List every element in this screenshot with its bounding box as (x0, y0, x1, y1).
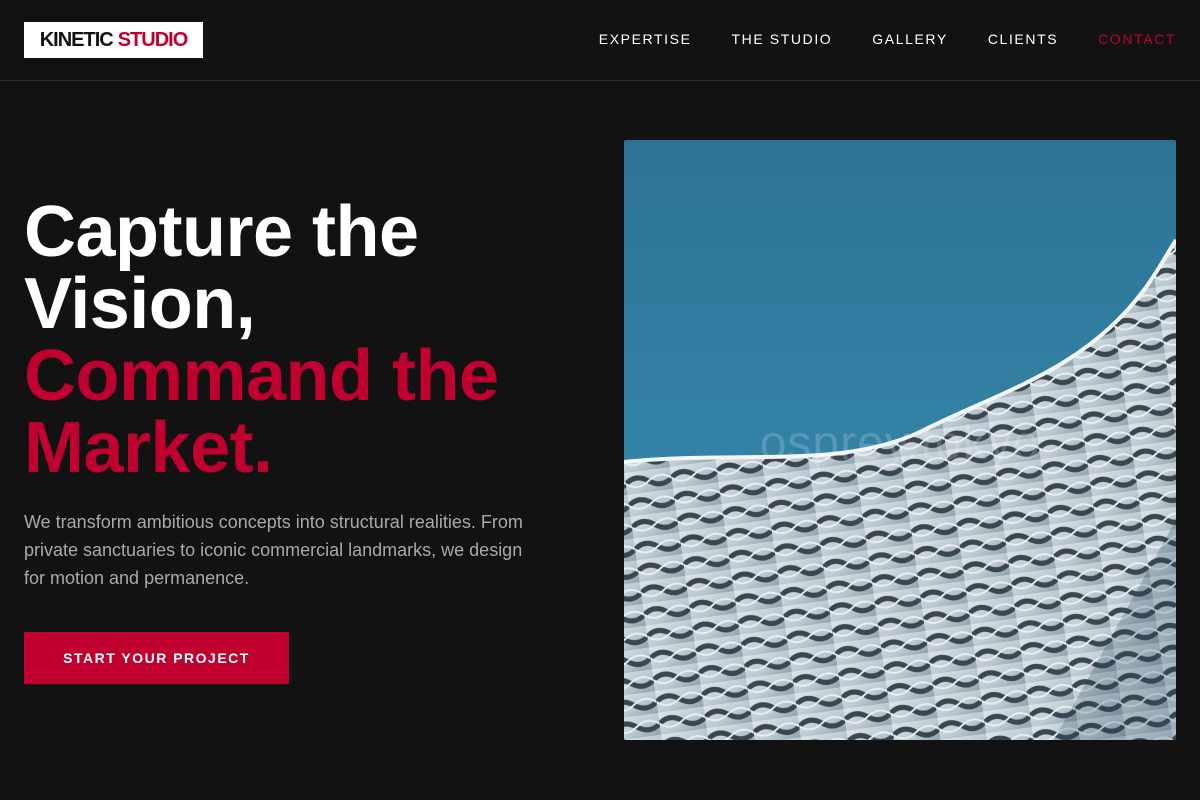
nav-item-clients[interactable]: CLIENTS (988, 30, 1058, 48)
nav-item-the-studio[interactable]: THE STUDIO (732, 30, 833, 48)
nav-item-expertise[interactable]: EXPERTISE (599, 30, 692, 48)
headline-line-2: Vision, (24, 264, 256, 344)
hero-image: osprey.tokyo (624, 140, 1176, 740)
headline-line-3: Command the (24, 336, 499, 416)
hero-headline: Capture the Vision, Command the Market. (24, 196, 584, 484)
logo-word-kinetic: KINETIC (39, 28, 114, 51)
headline-line-4: Market. (24, 408, 273, 488)
main-nav: EXPERTISE THE STUDIO GALLERY CLIENTS CON… (559, 30, 1176, 48)
hero-text-block: Capture the Vision, Command the Market. … (24, 196, 584, 592)
logo[interactable]: KINETIC STUDIO (24, 22, 203, 58)
architecture-facade-photo (624, 140, 1176, 740)
site-header: KINETIC STUDIO EXPERTISE THE STUDIO GALL… (0, 0, 1200, 81)
nav-item-contact[interactable]: CONTACT (1098, 30, 1176, 48)
nav-item-gallery[interactable]: GALLERY (872, 30, 948, 48)
start-project-button[interactable]: START YOUR PROJECT (24, 632, 289, 684)
logo-word-studio: STUDIO (117, 28, 189, 51)
headline-line-1: Capture the (24, 192, 419, 272)
hero-description: We transform ambitious concepts into str… (24, 512, 523, 588)
